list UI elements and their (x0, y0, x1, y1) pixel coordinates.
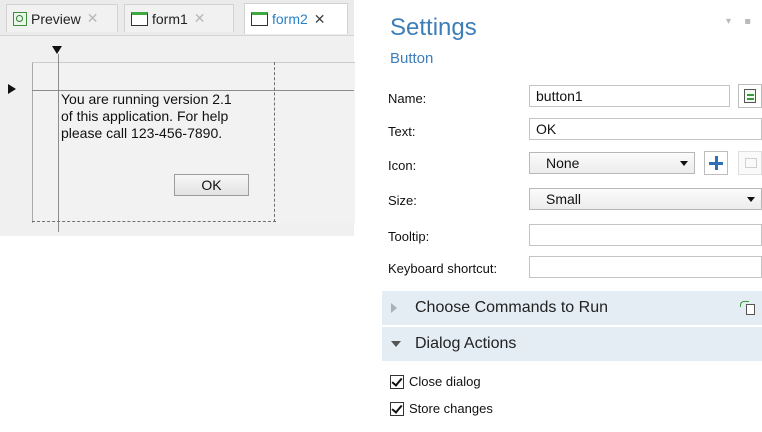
name-field[interactable]: button1 (529, 85, 730, 107)
settings-panel: Settings ▾ ▪ Button Name: button1 Text: … (382, 0, 762, 432)
add-icon-button[interactable] (704, 151, 728, 175)
tab-form2[interactable]: form2 ✕ (244, 3, 348, 34)
size-select[interactable]: Small (529, 188, 762, 210)
note-icon (744, 89, 756, 103)
remove-icon-button[interactable] (738, 151, 762, 175)
store-changes-checkbox[interactable] (390, 401, 404, 416)
ok-button[interactable]: OK (174, 174, 249, 196)
chevron-down-icon (747, 197, 755, 202)
tooltip-field[interactable] (529, 224, 762, 246)
panel-title: Settings (390, 14, 477, 41)
close-dialog-checkbox[interactable] (390, 374, 404, 389)
form-icon (131, 11, 148, 26)
store-changes-checkbox-row[interactable]: Store changes (390, 401, 493, 416)
column-marker-icon[interactable] (52, 46, 62, 54)
section-dialog-actions[interactable]: Dialog Actions (382, 327, 762, 361)
edit-note-button[interactable] (738, 84, 762, 108)
text-field[interactable]: OK (529, 118, 762, 140)
tab-preview[interactable]: Preview ✕ (6, 4, 118, 32)
name-label: Name: (388, 91, 427, 106)
chevron-down-icon (680, 161, 688, 166)
message-line: of this application. For help (61, 108, 229, 124)
form-icon (251, 12, 268, 26)
close-icon[interactable]: ✕ (194, 10, 206, 27)
size-select-value: Small (546, 191, 582, 207)
keyboard-shortcut-label: Keyboard shortcut: (388, 261, 498, 276)
tab-form1[interactable]: form1 ✕ (124, 4, 234, 32)
section-choose-commands[interactable]: Choose Commands to Run (382, 291, 762, 325)
tab-label: form2 (272, 11, 308, 27)
form-designer: Preview ✕ form1 ✕ form2 ✕ You are runnin… (0, 0, 355, 236)
message-text[interactable]: You are running version 2.1 of this appl… (61, 91, 271, 142)
section-label: Choose Commands to Run (415, 299, 608, 316)
image-icon (745, 158, 757, 168)
checkbox-label: Store changes (409, 401, 493, 416)
section-label: Dialog Actions (415, 335, 517, 352)
editor-tab-bar: Preview ✕ form1 ✕ form2 ✕ (0, 0, 354, 36)
icon-select[interactable]: None (529, 152, 695, 174)
close-dialog-checkbox-row[interactable]: Close dialog (390, 374, 481, 389)
close-icon[interactable]: ✕ (87, 10, 99, 27)
checkbox-label: Close dialog (409, 374, 481, 389)
keyboard-shortcut-field[interactable] (529, 256, 762, 278)
tooltip-label: Tooltip: (388, 229, 430, 244)
tab-label: Preview (31, 10, 81, 27)
icon-select-value: None (546, 155, 580, 171)
grid-guide-vertical (58, 54, 59, 232)
tab-label: form1 (152, 10, 188, 27)
form-boundary-horizontal[interactable] (32, 221, 276, 222)
form-grid-area[interactable] (32, 62, 355, 223)
panel-subtitle: Button (390, 50, 434, 67)
close-icon[interactable]: ✕ (314, 11, 326, 28)
panel-window-controls[interactable]: ▾ ▪ (726, 16, 756, 27)
expand-arrow-icon (391, 303, 397, 313)
row-marker-icon[interactable] (8, 84, 16, 94)
size-label: Size: (388, 193, 417, 208)
message-line: You are running version 2.1 (61, 91, 232, 107)
preview-icon (13, 11, 27, 26)
collapse-arrow-icon (391, 341, 401, 347)
command-tree-icon[interactable] (740, 299, 758, 317)
text-label: Text: (388, 124, 416, 139)
message-line: please call 123-456-7890. (61, 125, 223, 141)
icon-label: Icon: (388, 158, 417, 173)
form-boundary-vertical[interactable] (274, 62, 275, 222)
